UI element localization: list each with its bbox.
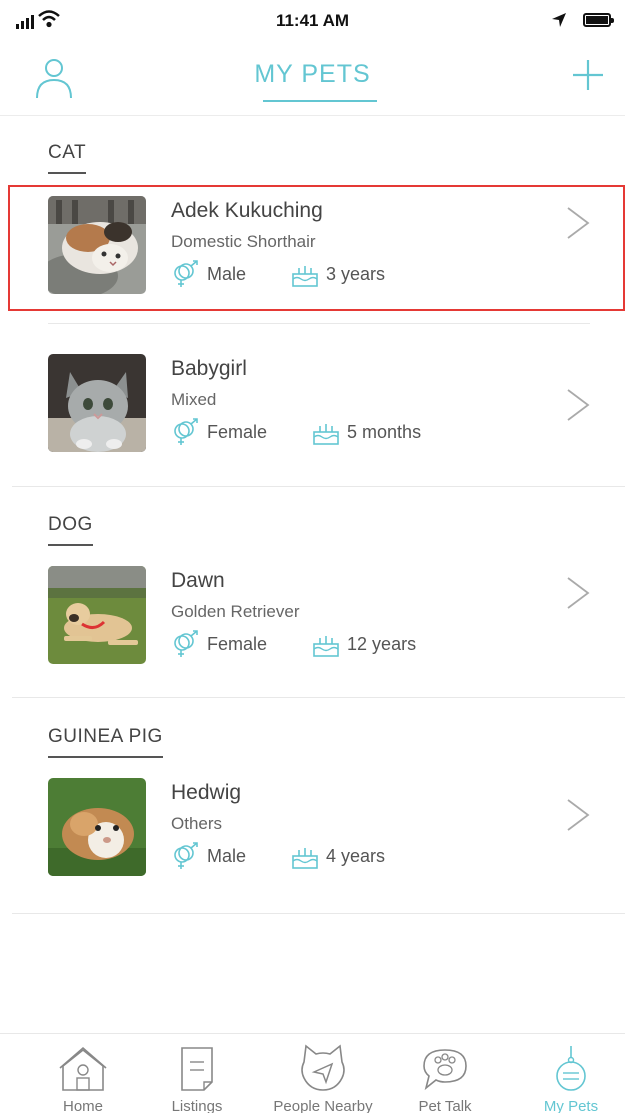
pet-name: Babygirl <box>171 357 247 380</box>
selection-highlight <box>8 185 625 311</box>
pet-breed: Mixed <box>171 390 217 409</box>
tab-home[interactable]: Home <box>38 1034 128 1113</box>
pet-breed: Others <box>171 814 223 833</box>
pet-meta: Female 12 years <box>171 630 416 658</box>
pet-talk-icon <box>423 1049 467 1091</box>
location-arrow-icon <box>552 13 566 27</box>
pet-meta: Female 5 months <box>171 418 421 446</box>
birthday-cake-icon <box>313 424 339 445</box>
pet-row-dawn[interactable]: Dawn Golden Retriever Female 12 years <box>0 560 625 680</box>
people-nearby-icon <box>301 1044 345 1091</box>
section-header-dog: DOG <box>48 514 93 546</box>
pet-gender: Female <box>207 633 268 654</box>
tab-label: Pet Talk <box>418 1098 472 1113</box>
gender-icon <box>174 842 198 869</box>
battery-icon <box>583 13 614 27</box>
pet-age: 4 years <box>326 845 386 866</box>
chevron-right-icon[interactable] <box>565 798 591 832</box>
pet-age: 5 months <box>347 421 422 442</box>
section-divider <box>12 486 625 487</box>
pet-age: 12 years <box>347 633 417 654</box>
pet-row-hedwig[interactable]: Hedwig Others Male 4 years <box>0 772 625 892</box>
birthday-cake-icon <box>292 848 318 869</box>
tab-listings[interactable]: Listings <box>152 1034 242 1113</box>
tab-label: People Nearby <box>273 1098 373 1113</box>
gender-icon <box>174 630 198 657</box>
birthday-cake-icon <box>313 636 339 657</box>
pet-name: Hedwig <box>171 781 242 804</box>
gender-icon <box>174 418 198 445</box>
tab-pet-talk[interactable]: Pet Talk <box>400 1034 490 1113</box>
tab-people-nearby[interactable]: People Nearby <box>260 1034 386 1113</box>
title-underline <box>263 100 377 102</box>
status-bar: 11:41 AM <box>0 0 625 42</box>
pet-meta: Male 4 years <box>171 842 385 870</box>
section-header-cat: CAT <box>48 142 87 174</box>
section-divider <box>12 697 625 698</box>
pet-breed: Golden Retriever <box>171 602 300 621</box>
pet-name: Dawn <box>171 569 225 592</box>
pet-photo <box>48 778 146 876</box>
add-pet-icon[interactable] <box>571 58 605 92</box>
pet-gender: Female <box>207 421 268 442</box>
listings-icon <box>181 1047 213 1091</box>
pet-row-babygirl[interactable]: Babygirl Mixed Female 5 months <box>0 348 625 468</box>
tab-label: My Pets <box>543 1098 599 1113</box>
section-divider <box>12 913 625 914</box>
section-header-guinea-pig: GUINEA PIG <box>48 726 163 758</box>
tab-label: Home <box>62 1098 103 1113</box>
tab-my-pets[interactable]: My Pets <box>526 1034 616 1113</box>
tab-label: Listings <box>171 1098 223 1113</box>
chevron-right-icon[interactable] <box>565 576 591 610</box>
my-pets-icon <box>556 1046 586 1091</box>
page-title: MY PETS <box>254 60 371 88</box>
nav-bar: MY PETS <box>0 42 625 116</box>
pet-gender: Male <box>207 845 247 866</box>
row-divider <box>48 323 590 324</box>
home-icon <box>59 1046 107 1091</box>
pet-photo <box>48 354 146 452</box>
chevron-right-icon[interactable] <box>565 388 591 422</box>
status-time: 11:41 AM <box>275 11 350 30</box>
tab-bar: Home Listings People Nearby Pet Talk My … <box>0 1033 625 1113</box>
pet-photo <box>48 566 146 664</box>
